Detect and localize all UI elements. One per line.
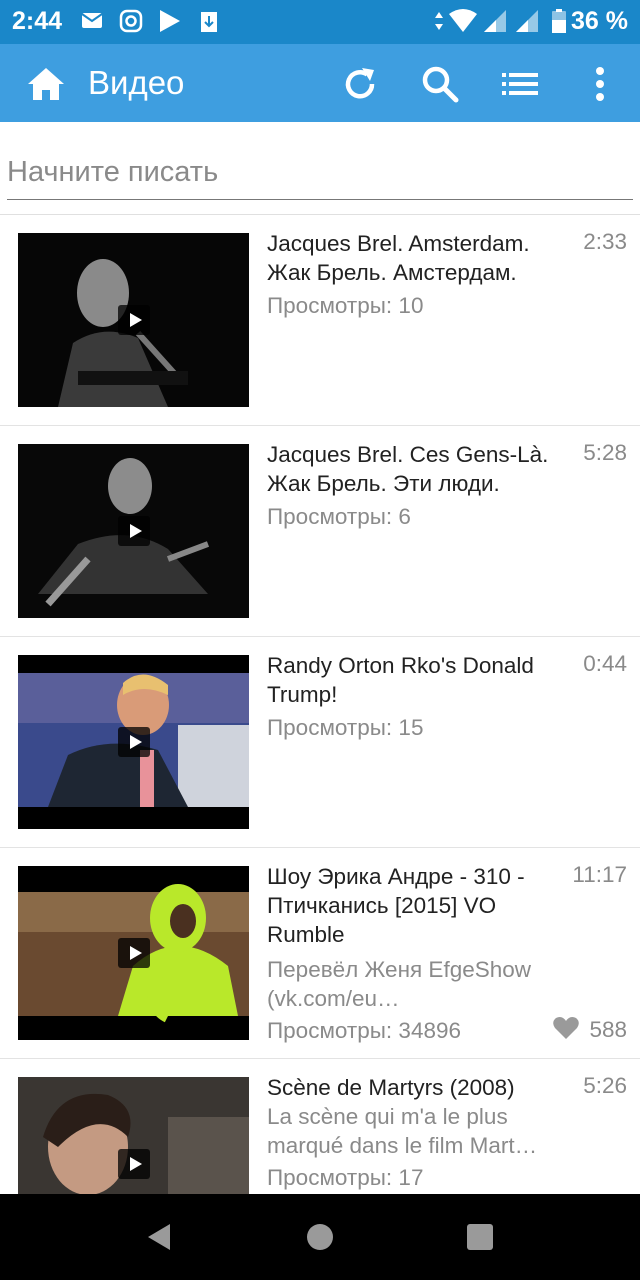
video-likes: 588	[553, 1016, 627, 1043]
play-icon	[118, 938, 150, 968]
instagram-icon	[119, 9, 143, 33]
video-item-amsterdam[interactable]: Jacques Brel. Amsterdam. Жак Брель. Амст…	[0, 215, 640, 426]
signal-icon	[484, 10, 506, 32]
video-thumbnail[interactable]	[18, 444, 249, 618]
video-duration: 2:33	[583, 229, 627, 254]
video-title: Jacques Brel. Amsterdam. Жак Брель. Амст…	[267, 231, 530, 285]
likes-count: 588	[589, 1017, 627, 1042]
status-time: 2:44	[12, 7, 63, 35]
video-views: Просмотры: 15	[267, 715, 424, 740]
video-title: Jacques Brel. Ces Gens-Là. Жак Брель. Эт…	[267, 442, 549, 496]
video-duration: 5:26	[583, 1073, 627, 1098]
video-item-eric-andre[interactable]: Шоу Эрика Андре - 310 - Птичканись [2015…	[0, 848, 640, 1059]
search-input[interactable]	[7, 150, 633, 194]
battery-percent: 36 %	[571, 7, 628, 35]
mail-icon	[81, 13, 103, 28]
video-thumbnail[interactable]	[18, 655, 249, 829]
signal-icon	[516, 10, 538, 32]
home-nav-icon[interactable]	[303, 1220, 337, 1254]
refresh-icon[interactable]	[340, 64, 380, 104]
video-thumbnail[interactable]	[18, 866, 249, 1040]
video-description: La scène qui m'a le plus marqué dans le …	[267, 1104, 538, 1158]
video-title: Scène de Martyrs (2008)	[267, 1075, 515, 1100]
play-icon	[118, 727, 150, 757]
status-bar: 2:44 36 %	[0, 0, 640, 44]
video-views: Просмотры: 17	[267, 1165, 424, 1190]
navigation-bar	[0, 1194, 640, 1280]
wifi-icon	[449, 9, 477, 32]
download-icon	[201, 12, 217, 32]
search-field-container	[7, 150, 633, 200]
page-title: Видео	[88, 64, 185, 101]
video-title: Шоу Эрика Андре - 310 - Птичканись [2015…	[267, 864, 525, 947]
list-view-icon[interactable]	[500, 64, 540, 104]
video-item-martyrs[interactable]: Scène de Martyrs (2008) 5:26 La scène qu…	[0, 1059, 640, 1194]
video-views: Просмотры: 6	[267, 504, 411, 529]
video-views: Просмотры: 10	[267, 293, 424, 318]
video-duration: 11:17	[572, 862, 627, 887]
video-thumbnail[interactable]	[18, 233, 249, 407]
home-icon[interactable]	[26, 64, 66, 104]
play-icon	[118, 1149, 150, 1179]
video-views: Просмотры: 34896	[267, 1018, 461, 1043]
search-icon[interactable]	[420, 64, 460, 104]
video-duration: 5:28	[583, 440, 627, 465]
recents-icon[interactable]	[463, 1220, 497, 1254]
video-thumbnail[interactable]	[18, 1077, 249, 1194]
video-list[interactable]: Jacques Brel. Amsterdam. Жак Брель. Амст…	[0, 214, 640, 1194]
more-options-icon[interactable]	[580, 64, 620, 104]
video-title: Randy Orton Rko's Donald Trump!	[267, 653, 534, 707]
play-icon	[118, 305, 150, 335]
battery-icon	[552, 9, 566, 33]
play-store-icon	[160, 10, 180, 32]
app-bar: Видео	[0, 44, 640, 122]
back-icon[interactable]	[142, 1220, 176, 1254]
video-item-ces-gens-la[interactable]: Jacques Brel. Ces Gens-Là. Жак Брель. Эт…	[0, 426, 640, 637]
video-item-randy-orton[interactable]: Randy Orton Rko's Donald Trump! 0:44 Про…	[0, 637, 640, 848]
video-description: Перевёл Женя EfgeShow (vk.com/eu…	[267, 957, 532, 1011]
play-icon	[118, 516, 150, 546]
video-duration: 0:44	[583, 651, 627, 676]
heart-icon	[553, 1017, 580, 1039]
